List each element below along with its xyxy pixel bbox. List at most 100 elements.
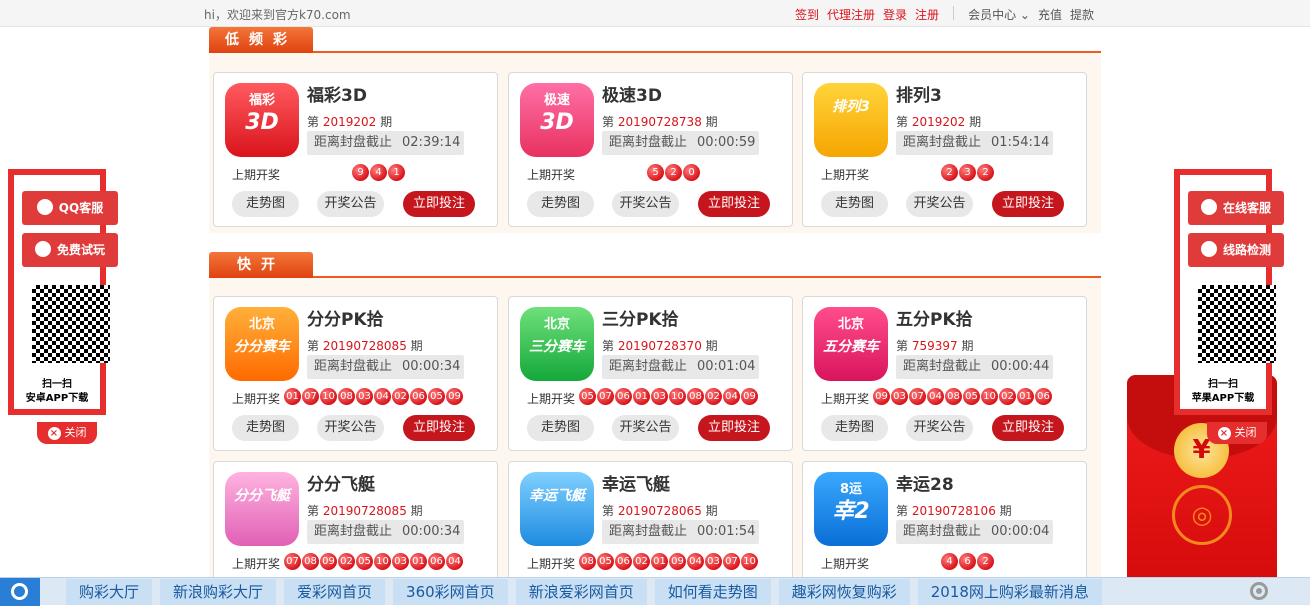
draw-balls: 232 — [941, 164, 994, 181]
game-logo-icon[interactable]: 极速 3D — [520, 83, 594, 157]
right-close-button[interactable]: × 关闭 — [1207, 422, 1267, 444]
bottom-link[interactable]: 如何看走势图 — [654, 579, 771, 605]
trend-chart-button[interactable]: 走势图 — [821, 191, 888, 217]
signin-link[interactable]: 签到 — [795, 6, 819, 23]
game-logo-icon[interactable]: 幸运飞艇 — [520, 472, 594, 546]
draw-balls: 09 03 07 04 08 05 10 02 01 06 — [873, 388, 1052, 405]
site-logo-icon[interactable] — [0, 578, 40, 606]
draw-ball: 01 — [284, 388, 301, 405]
draw-balls: 08 05 06 02 01 09 04 03 07 10 — [579, 553, 758, 570]
draw-notice-button[interactable]: 开奖公告 — [612, 191, 679, 217]
draw-balls: 01 07 10 08 03 04 02 06 05 09 — [284, 388, 463, 405]
period-number: 20190728738 — [617, 115, 702, 129]
period-line: 第 20190728106 期 — [896, 502, 1012, 519]
bet-now-button[interactable]: 立即投注 — [992, 415, 1064, 441]
bottom-link[interactable]: 购彩大厅 — [66, 579, 153, 605]
trend-chart-button[interactable]: 走势图 — [232, 191, 299, 217]
login-link[interactable]: 登录 — [883, 6, 907, 23]
game-card: 福彩 3D 福彩3D 第 2019202 期 距离封盘截止 02:39:14 上期… — [213, 72, 498, 227]
bottom-link[interactable]: 新浪爱彩网首页 — [515, 579, 647, 605]
left-close-button[interactable]: × 关闭 — [37, 422, 97, 444]
online-service-button[interactable]: 在线客服 — [1188, 191, 1284, 225]
section-tab-lowfreq[interactable]: 低频彩 — [209, 27, 313, 53]
game-name[interactable]: 极速3D — [602, 81, 662, 106]
last-draw-label: 上期开奖 — [821, 392, 870, 406]
game-logo-icon[interactable]: 福彩 3D — [225, 83, 299, 157]
game-logo-icon[interactable]: 8运 幸2 — [814, 472, 888, 546]
period-number: 20190728085 — [322, 339, 407, 353]
game-logo-icon[interactable]: 分分飞艇 — [225, 472, 299, 546]
game-logo-icon[interactable]: 北京 五分赛车 — [814, 307, 888, 381]
countdown-label: 距离封盘截止 — [609, 135, 688, 150]
period-prefix: 第 — [896, 115, 909, 129]
left-float-panel: QQ客服 免费试玩 扫一扫 安卓APP下载 — [8, 169, 118, 415]
draw-ball: 06 — [1035, 388, 1052, 405]
game-card: 极速 3D 极速3D 第 20190728738 期 距离封盘截止 00:00:5… — [508, 72, 793, 227]
game-logo-icon[interactable]: 北京 分分赛车 — [225, 307, 299, 381]
draw-ball: 06 — [615, 553, 632, 570]
game-logo-icon[interactable]: 北京 三分赛车 — [520, 307, 594, 381]
draw-notice-button[interactable]: 开奖公告 — [906, 415, 973, 441]
withdraw-link[interactable]: 提款 — [1070, 6, 1094, 23]
bottom-link[interactable]: 趣彩网恢复购彩 — [778, 579, 910, 605]
trend-chart-button[interactable]: 走势图 — [821, 415, 888, 441]
draw-ball: 03 — [356, 388, 373, 405]
divider — [953, 6, 955, 20]
section-tab-fast[interactable]: 快开 — [209, 252, 313, 278]
line-check-button[interactable]: 线路检测 — [1188, 233, 1284, 267]
qq-service-button[interactable]: QQ客服 — [22, 191, 118, 225]
period-suffix: 期 — [705, 115, 718, 129]
gear-icon[interactable] — [1250, 582, 1268, 600]
trend-chart-button[interactable]: 走势图 — [527, 415, 594, 441]
period-prefix: 第 — [307, 115, 320, 129]
register-link[interactable]: 注册 — [915, 6, 939, 23]
close-icon: × — [47, 427, 61, 440]
agent-register-link[interactable]: 代理注册 — [827, 6, 875, 23]
ios-qr-box — [1188, 277, 1276, 372]
bet-now-button[interactable]: 立即投注 — [698, 191, 770, 217]
draw-ball: 06 — [410, 388, 427, 405]
free-trial-label: 免费试玩 — [56, 243, 105, 257]
bottom-link[interactable]: 爱彩网首页 — [284, 579, 386, 605]
game-name[interactable]: 分分飞艇 — [307, 470, 375, 495]
draw-notice-button[interactable]: 开奖公告 — [317, 415, 384, 441]
recharge-link[interactable]: 充值 — [1038, 6, 1062, 23]
close-icon: × — [1217, 427, 1231, 440]
bet-now-button[interactable]: 立即投注 — [992, 191, 1064, 217]
draw-balls: 941 — [352, 164, 405, 181]
draw-ball: 03 — [705, 553, 722, 570]
draw-notice-button[interactable]: 开奖公告 — [906, 191, 973, 217]
draw-notice-button[interactable]: 开奖公告 — [317, 191, 384, 217]
logo-main-text: 幸运飞艇 — [529, 488, 585, 504]
period-suffix: 期 — [380, 115, 393, 129]
draw-ball: 1 — [388, 164, 405, 181]
game-name[interactable]: 幸运28 — [896, 470, 954, 495]
free-trial-button[interactable]: 免费试玩 — [22, 233, 118, 267]
game-name[interactable]: 排列3 — [896, 81, 942, 106]
bet-now-button[interactable]: 立即投注 — [403, 415, 475, 441]
game-name[interactable]: 福彩3D — [307, 81, 367, 106]
game-logo-icon[interactable]: 排列3 — [814, 83, 888, 157]
draw-notice-button[interactable]: 开奖公告 — [612, 415, 679, 441]
member-center-menu[interactable]: 会员中心 ⌄ — [968, 6, 1030, 23]
last-draw-label: 上期开奖 — [527, 557, 576, 571]
bottom-link[interactable]: 新浪购彩大厅 — [160, 579, 277, 605]
bet-now-button[interactable]: 立即投注 — [698, 415, 770, 441]
draw-ball: 06 — [615, 388, 632, 405]
last-draw-label: 上期开奖 — [232, 557, 281, 571]
game-name[interactable]: 分分PK拾 — [307, 305, 384, 330]
bottom-link[interactable]: 360彩网首页 — [393, 579, 508, 605]
game-name[interactable]: 五分PK拾 — [896, 305, 973, 330]
period-suffix: 期 — [961, 339, 974, 353]
logo-top-text: 极速 — [543, 93, 570, 108]
last-draw-label: 上期开奖 — [232, 168, 281, 182]
bottom-link[interactable]: 2018网上购彩最新消息 — [917, 579, 1102, 605]
trend-chart-button[interactable]: 走势图 — [232, 415, 299, 441]
bet-now-button[interactable]: 立即投注 — [403, 191, 475, 217]
game-name[interactable]: 三分PK拾 — [602, 305, 679, 330]
draw-ball: 01 — [633, 388, 650, 405]
trend-chart-button[interactable]: 走势图 — [527, 191, 594, 217]
game-name[interactable]: 幸运飞艇 — [602, 470, 670, 495]
period-line: 第 20190728370 期 — [602, 337, 718, 354]
logo-main-text: 排列3 — [832, 99, 870, 115]
